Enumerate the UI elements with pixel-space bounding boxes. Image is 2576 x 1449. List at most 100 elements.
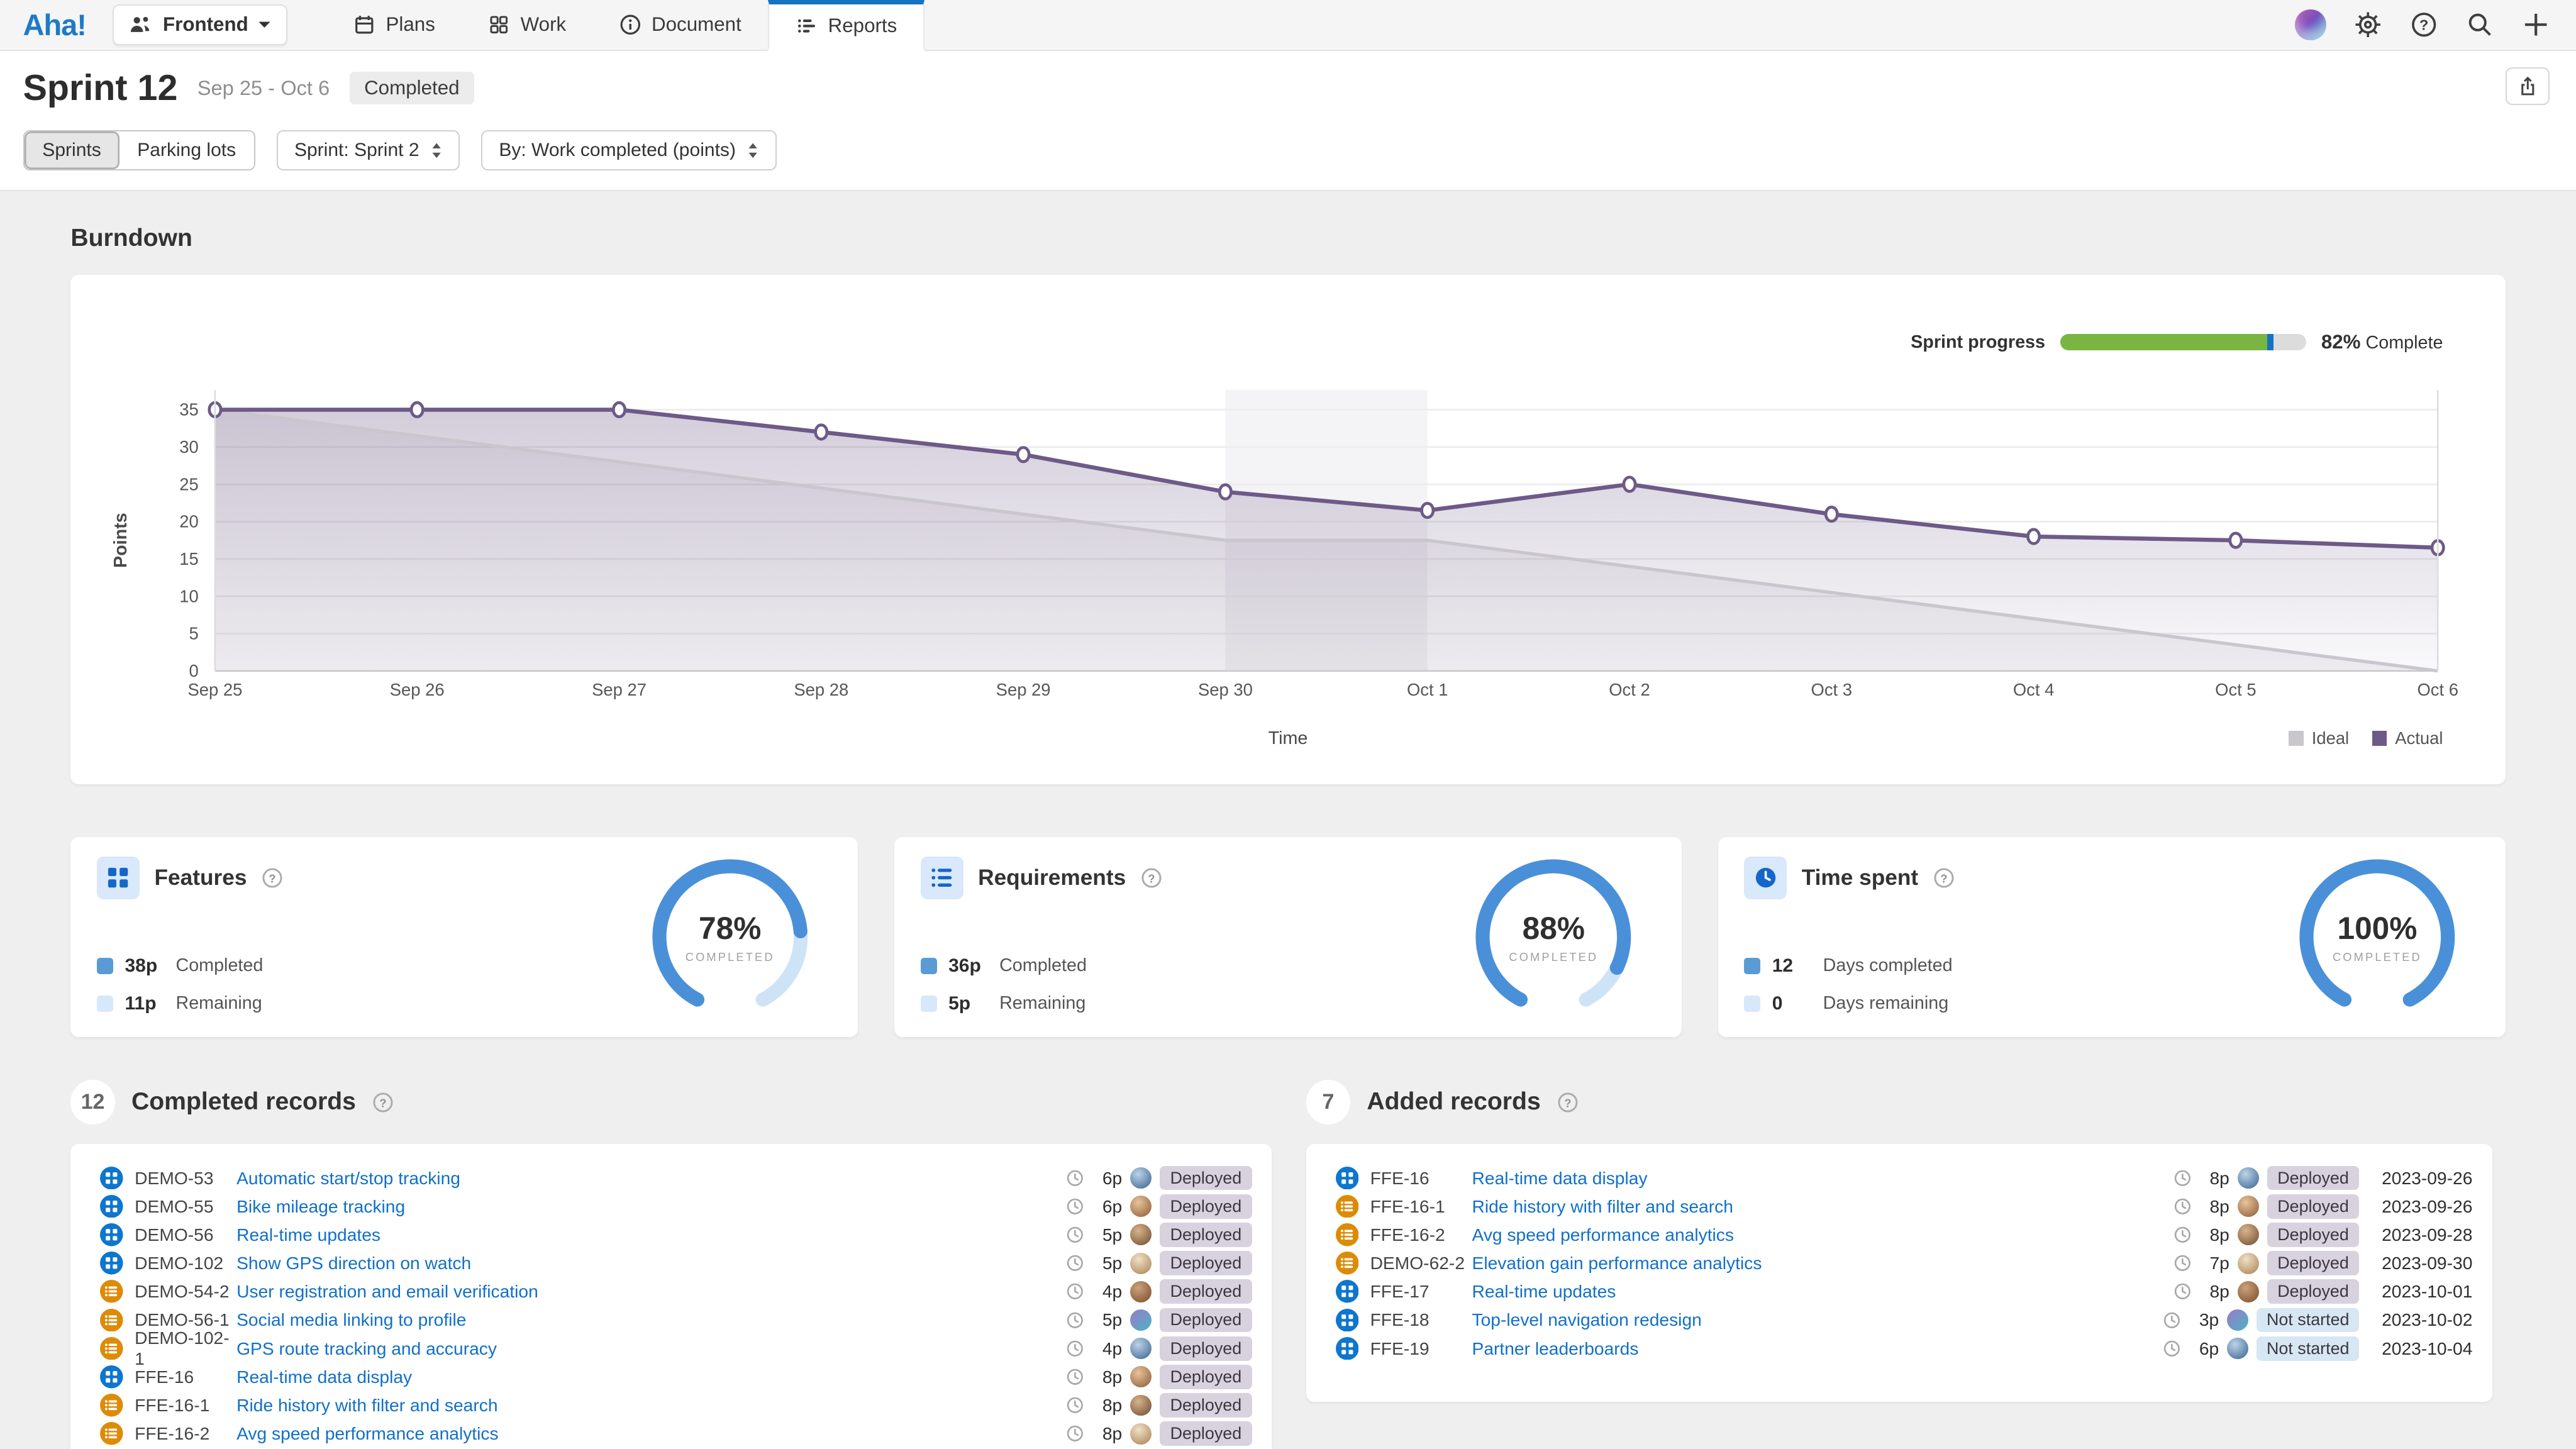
status-badge: Deployed: [1160, 1194, 1252, 1219]
help-circle-icon[interactable]: ?: [372, 1092, 394, 1113]
clock-icon: [1066, 1282, 1084, 1301]
clock-icon: [2174, 1254, 2192, 1272]
record-row: FFE-18Top-level navigation redesign3pNot…: [1306, 1306, 2492, 1334]
time-spent-clock-icon: [1744, 857, 1787, 899]
record-points: 5p: [1092, 1224, 1122, 1245]
calendar-icon: [353, 13, 376, 36]
svg-text:5: 5: [189, 624, 199, 643]
primary-tabs: Plans Work Document Reports: [326, 0, 924, 50]
record-link[interactable]: User registration and email verification: [236, 1281, 538, 1302]
tab-plans[interactable]: Plans: [326, 0, 461, 50]
sprint-select-value: Sprint: Sprint 2: [294, 140, 419, 161]
legend-swatch: [921, 958, 937, 974]
assignee-avatar: [1130, 1196, 1152, 1217]
sprint-select[interactable]: Sprint: Sprint 2: [277, 130, 460, 170]
status-badge: Deployed: [2267, 1223, 2359, 1247]
legend-ideal-label: Ideal: [2312, 728, 2349, 748]
assignee-avatar: [2238, 1253, 2259, 1274]
help-circle-icon[interactable]: ?: [1141, 867, 1162, 889]
summary-cards: Features ? 38p Completed 11p Remaining 7…: [70, 837, 2505, 1038]
record-row: FFE-16Real-time data display8pDeployed: [70, 1363, 1272, 1391]
user-avatar[interactable]: [2295, 9, 2326, 41]
record-link[interactable]: Real-time data display: [236, 1367, 412, 1387]
record-link[interactable]: Ride history with filter and search: [1472, 1196, 1733, 1217]
help-circle-icon[interactable]: ?: [1557, 1092, 1579, 1113]
record-date: 2023-09-26: [2367, 1196, 2472, 1217]
sprint-progress-text: 82% Complete: [2321, 331, 2443, 353]
record-link[interactable]: Avg speed performance analytics: [1472, 1224, 1735, 1245]
parking-lots-tab[interactable]: Parking lots: [119, 131, 254, 169]
assignee-avatar: [1130, 1309, 1152, 1331]
legend-swatch: [97, 958, 113, 974]
record-link[interactable]: Real-time updates: [236, 1224, 380, 1245]
svg-text:Sep 28: Sep 28: [794, 680, 849, 699]
record-date: 2023-10-01: [2367, 1281, 2472, 1302]
svg-text:Oct 2: Oct 2: [1609, 680, 1651, 699]
record-id: FFE-16-2: [135, 1423, 236, 1444]
completed-count-badge: 12: [70, 1080, 115, 1124]
record-link[interactable]: Show GPS direction on watch: [236, 1253, 471, 1274]
sprint-date-range: Sep 25 - Oct 6: [197, 76, 330, 100]
legend-actual: Actual: [2372, 728, 2443, 748]
feature-icon: [1336, 1280, 1359, 1303]
record-link[interactable]: Social media linking to profile: [236, 1309, 466, 1330]
record-link[interactable]: Bike mileage tracking: [236, 1196, 405, 1217]
record-link[interactable]: GPS route tracking and accuracy: [236, 1338, 497, 1359]
record-link[interactable]: Ride history with filter and search: [236, 1395, 497, 1416]
svg-text:Sep 25: Sep 25: [188, 680, 243, 699]
legend-remaining: 11p Remaining: [97, 993, 262, 1014]
svg-text:?: ?: [1564, 1097, 1571, 1109]
record-points: 8p: [1092, 1367, 1122, 1387]
svg-text:Oct 4: Oct 4: [2013, 680, 2055, 699]
features-icon: [97, 857, 140, 899]
export-button[interactable]: [2506, 67, 2550, 105]
status-badge: Deployed: [1160, 1279, 1252, 1304]
status-badge: Deployed: [2267, 1251, 2359, 1275]
help-icon[interactable]: ?: [2410, 11, 2438, 38]
clock-icon: [2174, 1282, 2192, 1301]
svg-text:Sep 30: Sep 30: [1198, 680, 1253, 699]
group-by-select[interactable]: By: Work completed (points): [481, 130, 776, 170]
filter-bar: Sprints Parking lots Sprint: Sprint 2 By…: [23, 130, 2553, 170]
aha-logo[interactable]: Aha!: [23, 8, 86, 42]
record-row: DEMO-55Bike mileage tracking6pDeployed: [70, 1192, 1272, 1221]
svg-text:Sep 26: Sep 26: [390, 680, 445, 699]
help-circle-icon[interactable]: ?: [262, 867, 283, 889]
record-points: 6p: [2189, 1338, 2219, 1359]
record-link[interactable]: Real-time data display: [1472, 1168, 1648, 1189]
record-points: 4p: [1092, 1281, 1122, 1302]
record-date: 2023-09-30: [2367, 1253, 2472, 1274]
help-circle-icon[interactable]: ?: [1933, 867, 1955, 889]
record-link[interactable]: Partner leaderboards: [1472, 1338, 1639, 1359]
svg-text:35: 35: [180, 400, 199, 419]
record-link[interactable]: Elevation gain performance analytics: [1472, 1253, 1762, 1274]
settings-gear-icon[interactable]: [2354, 11, 2382, 38]
record-row: FFE-19Partner leaderboards6pNot started2…: [1306, 1335, 2492, 1363]
assignee-avatar: [1130, 1423, 1152, 1445]
share-export-icon: [2516, 75, 2540, 98]
completed-records-title: Completed records: [131, 1088, 356, 1116]
search-icon[interactable]: [2466, 11, 2494, 38]
workspace-switcher[interactable]: Frontend: [113, 4, 287, 45]
status-badge: Deployed: [1160, 1223, 1252, 1247]
record-link[interactable]: Avg speed performance analytics: [236, 1423, 499, 1444]
create-plus-icon[interactable]: [2522, 11, 2550, 38]
record-link[interactable]: Real-time updates: [1472, 1281, 1616, 1302]
record-points: 8p: [1092, 1395, 1122, 1416]
sprints-tab[interactable]: Sprints: [25, 131, 119, 169]
tab-reports[interactable]: Reports: [768, 0, 925, 52]
requirements-card: Requirements ? 36p Completed 5p Remainin…: [894, 837, 1682, 1038]
tab-document[interactable]: Document: [592, 0, 768, 50]
requirement-icon: [100, 1309, 123, 1332]
record-link[interactable]: Automatic start/stop tracking: [236, 1168, 460, 1189]
feature-icon: [100, 1252, 123, 1275]
tab-work[interactable]: Work: [462, 0, 592, 50]
record-link[interactable]: Top-level navigation redesign: [1472, 1309, 1702, 1330]
sprint-status-badge: Completed: [350, 72, 475, 104]
record-id: DEMO-55: [135, 1196, 236, 1217]
records-section: 12 Completed records ? DEMO-53Automatic …: [70, 1080, 2505, 1449]
nav-utilities: ?: [2295, 0, 2576, 50]
clock-icon: [1066, 1340, 1084, 1358]
clock-icon: [1066, 1368, 1084, 1386]
assignee-avatar: [1130, 1395, 1152, 1416]
